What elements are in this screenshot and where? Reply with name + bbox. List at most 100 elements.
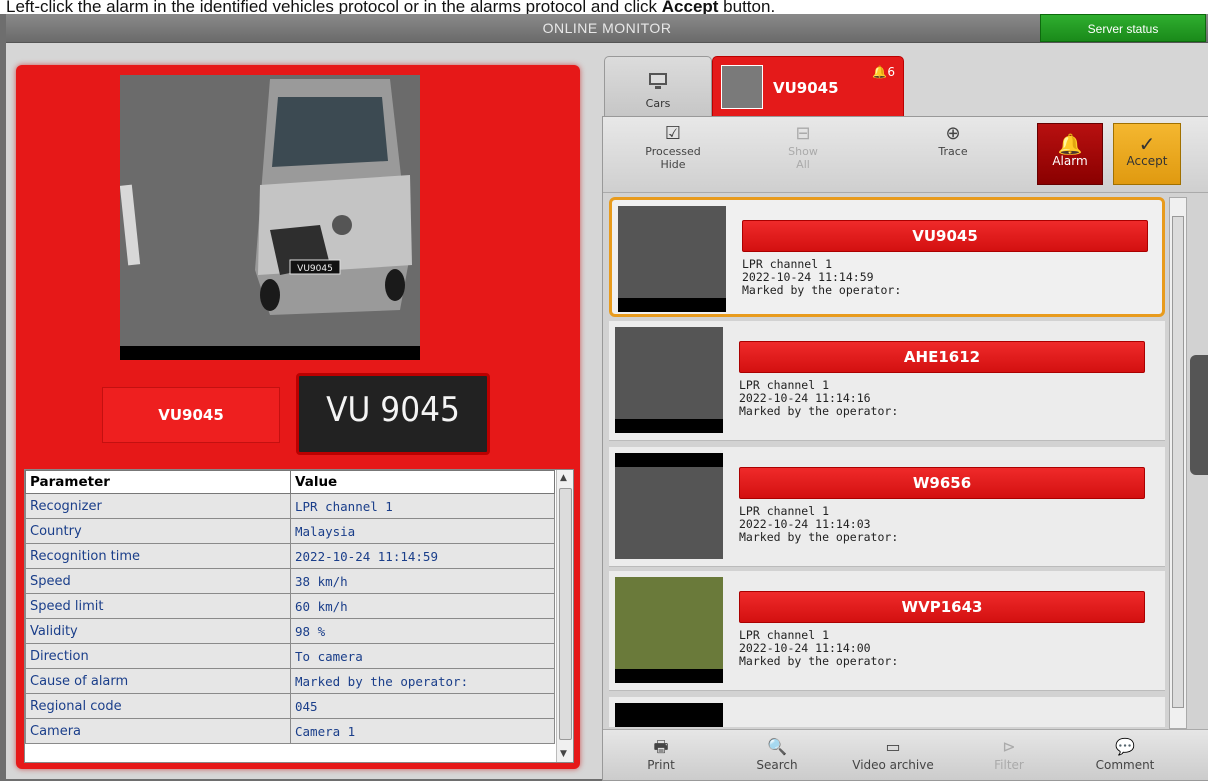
processed-icon: ☑ bbox=[664, 123, 682, 144]
param-value: LPR channel 1 bbox=[290, 493, 555, 519]
instruction-prefix: Left-click the alarm in the identified v… bbox=[6, 0, 662, 14]
param-value: Marked by the operator: bbox=[290, 668, 555, 694]
tab-vu9045[interactable]: VU9045 🔔6 bbox=[712, 56, 904, 118]
show-label: Show bbox=[788, 145, 818, 158]
alarm-button[interactable]: 🔔 Alarm bbox=[1037, 123, 1103, 185]
param-name: Camera bbox=[25, 718, 291, 744]
tab-thumbnail bbox=[721, 65, 763, 109]
param-name: Regional code bbox=[25, 693, 291, 719]
alarm-count-badge: 🔔6 bbox=[872, 65, 895, 79]
comment-label: Comment bbox=[1095, 758, 1155, 772]
server-status-button[interactable]: Server status bbox=[1040, 14, 1206, 42]
film-icon: ▭ bbox=[885, 737, 901, 756]
table-scrollbar[interactable]: ▲ ▼ bbox=[556, 470, 573, 762]
thumbnail-strip bbox=[615, 453, 723, 467]
list-scrollbar[interactable] bbox=[1169, 197, 1187, 729]
plate-label: WVP1643 bbox=[739, 591, 1145, 623]
car-thumbnail bbox=[615, 453, 723, 559]
car-thumbnail bbox=[615, 577, 723, 683]
item-marked: Marked by the operator: bbox=[739, 530, 899, 544]
param-name: Speed limit bbox=[25, 593, 291, 619]
table-row[interactable]: Regional code 045 bbox=[25, 693, 555, 719]
thumbnail-strip bbox=[618, 298, 726, 312]
table-row[interactable]: Recognition time 2022-10-24 11:14:59 bbox=[25, 543, 555, 569]
bell-icon: 🔔 bbox=[872, 65, 888, 79]
param-value: To camera bbox=[290, 643, 555, 669]
car-thumbnail bbox=[615, 703, 723, 727]
printer-icon: 🖶 bbox=[653, 737, 669, 756]
processed-label: Processed bbox=[645, 145, 701, 158]
accept-button[interactable]: ✓ Accept bbox=[1113, 123, 1181, 185]
search-label: Search bbox=[756, 758, 798, 772]
scroll-down-icon[interactable]: ▼ bbox=[560, 749, 567, 759]
trace-button[interactable]: ⊕ Trace bbox=[903, 123, 1003, 158]
param-name: Direction bbox=[25, 643, 291, 669]
table-row[interactable]: Recognizer LPR channel 1 bbox=[25, 493, 555, 519]
side-panel-handle[interactable] bbox=[1190, 355, 1208, 475]
alarm-panel: VU9045 VU9045 VU 9045 Parameter Value Re… bbox=[16, 65, 580, 769]
show-all-button[interactable]: ⊟ Show All bbox=[753, 123, 853, 171]
table-row[interactable]: Speed limit 60 km/h bbox=[25, 593, 555, 619]
print-button[interactable]: 🖶 Print bbox=[611, 736, 711, 772]
plate-label: VU9045 bbox=[742, 220, 1148, 252]
table-scrollbar-thumb[interactable] bbox=[559, 488, 572, 740]
table-row[interactable]: Camera Camera 1 bbox=[25, 718, 555, 744]
instruction-suffix: button. bbox=[718, 0, 776, 14]
filter-label: Filter bbox=[994, 758, 1024, 772]
item-marked: Marked by the operator: bbox=[742, 283, 902, 297]
instruction-bold: Accept bbox=[661, 0, 719, 14]
table-row[interactable]: Speed 38 km/h bbox=[25, 568, 555, 594]
thumbnail-strip bbox=[615, 669, 723, 683]
thumbnail-strip bbox=[615, 419, 723, 433]
trace-icon: ⊕ bbox=[945, 123, 961, 144]
photo-plate-text: VU9045 bbox=[297, 264, 333, 274]
param-name: Validity bbox=[25, 618, 291, 644]
list-item[interactable]: VU9045 LPR channel 1 2022-10-24 11:14:59… bbox=[609, 197, 1165, 317]
window-title: ONLINE MONITOR bbox=[542, 20, 672, 36]
param-value: 045 bbox=[290, 693, 555, 719]
list-item[interactable] bbox=[609, 697, 1165, 727]
param-name: Recognition time bbox=[25, 543, 291, 569]
monitor-icon bbox=[649, 73, 667, 89]
recognized-plate-text: VU9045 bbox=[102, 387, 280, 443]
trace-label: Trace bbox=[938, 145, 968, 158]
video-archive-button[interactable]: ▭ Video archive bbox=[843, 736, 943, 772]
item-info: LPR channel 1 2022-10-24 11:14:59 Marked… bbox=[742, 258, 901, 297]
checkmark-icon: ✓ bbox=[1138, 132, 1156, 156]
tab-cars[interactable]: Cars bbox=[604, 56, 712, 117]
alarm-label: Alarm bbox=[1052, 154, 1088, 168]
item-info: LPR channel 1 2022-10-24 11:14:03 Marked… bbox=[739, 505, 898, 544]
table-row[interactable]: Cause of alarm Marked by the operator: bbox=[25, 668, 555, 694]
search-icon: 🔍 bbox=[767, 737, 787, 756]
filter-button[interactable]: ⊳ Filter bbox=[959, 736, 1059, 772]
param-name: Speed bbox=[25, 568, 291, 594]
comment-icon: 💬 bbox=[1115, 737, 1135, 756]
vehicle-photo-drawing: VU9045 bbox=[120, 75, 420, 360]
table-row[interactable]: Validity 98 % bbox=[25, 618, 555, 644]
plate-label: W9656 bbox=[739, 467, 1145, 499]
list-item[interactable]: W9656 LPR channel 1 2022-10-24 11:14:03 … bbox=[609, 447, 1165, 567]
bottom-toolbar: 🖶 Print 🔍 Search ▭ Video archive ⊳ Filte… bbox=[603, 729, 1208, 780]
param-value: Camera 1 bbox=[290, 718, 555, 744]
alarms-protocol-panel: ☑ Processed Hide ⊟ Show All ⊕ Trace 🔔 Al… bbox=[602, 116, 1208, 781]
list-item[interactable]: AHE1612 LPR channel 1 2022-10-24 11:14:1… bbox=[609, 321, 1165, 441]
vehicle-photo: VU9045 bbox=[120, 75, 420, 360]
comment-button[interactable]: 💬 Comment bbox=[1075, 736, 1175, 772]
alarm-list: VU9045 LPR channel 1 2022-10-24 11:14:59… bbox=[609, 197, 1167, 727]
processed-hide-button[interactable]: ☑ Processed Hide bbox=[623, 123, 723, 171]
list-scrollbar-thumb[interactable] bbox=[1172, 216, 1184, 708]
alarm-count: 6 bbox=[887, 65, 895, 79]
search-button[interactable]: 🔍 Search bbox=[727, 736, 827, 772]
scroll-up-icon[interactable]: ▲ bbox=[560, 473, 567, 483]
param-value: 60 km/h bbox=[290, 593, 555, 619]
car-thumbnail bbox=[615, 327, 723, 433]
column-header-parameter[interactable]: Parameter bbox=[25, 470, 291, 494]
table-row[interactable]: Direction To camera bbox=[25, 643, 555, 669]
table-row[interactable]: Country Malaysia bbox=[25, 518, 555, 544]
item-marked: Marked by the operator: bbox=[739, 654, 899, 668]
list-item[interactable]: WVP1643 LPR channel 1 2022-10-24 11:14:0… bbox=[609, 571, 1165, 691]
param-name: Recognizer bbox=[25, 493, 291, 519]
tab-cars-label: Cars bbox=[645, 97, 671, 110]
all-label: All bbox=[796, 158, 810, 171]
column-header-value[interactable]: Value bbox=[290, 470, 555, 494]
